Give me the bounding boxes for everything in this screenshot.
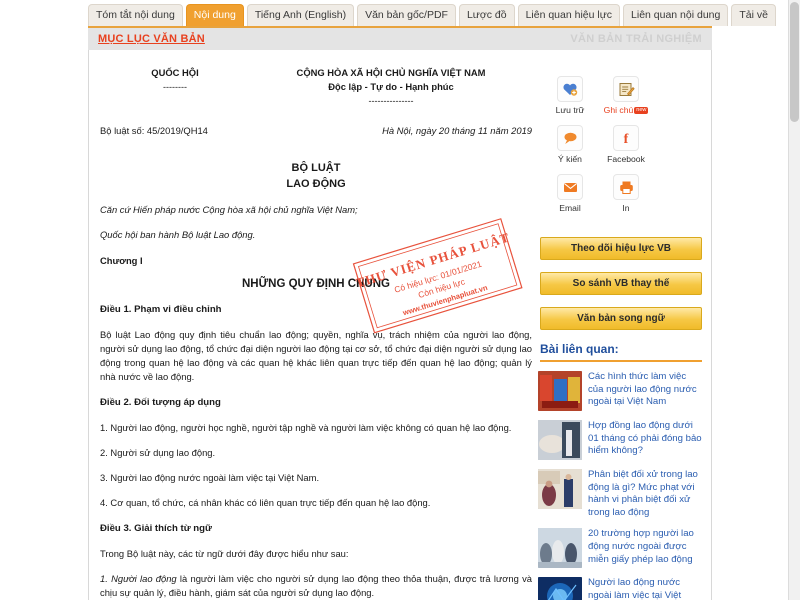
article-2-item-2: 2. Người sử dụng lao động. — [100, 447, 216, 458]
envelope-icon — [557, 174, 583, 200]
tool-facebook[interactable]: f Facebook — [598, 125, 654, 164]
issuer-divider: -------- — [163, 82, 187, 92]
related-article-item[interactable]: Người lao động nước ngoài làm việc tại V… — [538, 577, 704, 600]
tab-tai-ve[interactable]: Tải về — [731, 4, 776, 26]
tool-in-label: In — [622, 203, 630, 213]
tool-luu-tru-label: Lưu trữ — [555, 105, 585, 115]
related-thumbnail — [538, 371, 582, 411]
page-scrollbar[interactable] — [788, 0, 800, 600]
related-thumbnail — [538, 577, 582, 600]
tab-lien-quan-hieu-luc[interactable]: Liên quan hiệu lực — [517, 4, 621, 26]
motto-divider: --------------- — [368, 96, 414, 106]
scrollbar-thumb[interactable] — [790, 2, 799, 122]
tool-email-label: Email — [559, 203, 581, 213]
national-title: CỘNG HÒA XÃ HỘI CHỦ NGHĨA VIỆT NAM — [296, 67, 486, 78]
article-1-heading: Điều 1. Phạm vi điều chỉnh — [100, 304, 222, 315]
tool-facebook-label: Facebook — [607, 154, 645, 164]
tab-van-ban-goc-pdf[interactable]: Văn bản gốc/PDF — [357, 4, 456, 26]
trial-watermark-label: VĂN BẢN TRẢI NGHIỆM — [570, 33, 702, 45]
issuing-authority: QUỐC HỘI — [151, 67, 199, 78]
page-root: Tóm tắt nội dung Nội dung Tiếng Anh (Eng… — [0, 0, 800, 600]
preamble-line-1: Căn cứ Hiến pháp nước Cộng hòa xã hội ch… — [100, 204, 358, 215]
article-3-heading: Điều 3. Giải thích từ ngữ — [100, 523, 212, 534]
tool-email[interactable]: Email — [542, 174, 598, 213]
tool-y-kien-label: Ý kiến — [558, 154, 582, 164]
article-2-item-1: 1. Người lao động, người học nghề, người… — [100, 422, 512, 433]
document-meta-row: Bộ luật số: 45/2019/QH14 Hà Nội, ngày 20… — [100, 124, 532, 138]
compare-replacement-button[interactable]: So sánh VB thay thế — [540, 272, 702, 295]
related-article-item[interactable]: 20 trường hợp người lao động nước ngoài … — [538, 528, 704, 569]
national-motto: Độc lập - Tự do - Hạnh phúc — [328, 81, 454, 92]
document-letterhead: QUỐC HỘI -------- CỘNG HÒA XÃ HỘI CHỦ NG… — [100, 66, 532, 108]
tool-ghi-chu[interactable]: Ghi chú new — [598, 76, 654, 115]
tab-lien-quan-noi-dung[interactable]: Liên quan nội dung — [623, 4, 729, 26]
printer-icon — [613, 174, 639, 200]
related-thumbnail — [538, 528, 582, 569]
article-1-body: Bộ luật Lao động quy định tiêu chuẩn lao… — [100, 329, 532, 382]
facebook-icon: f — [613, 125, 639, 151]
related-article-item[interactable]: Các hình thức làm việc của người lao độn… — [538, 371, 704, 411]
toc-bar: MỤC LỤC VĂN BẢN VĂN BẢN TRẢI NGHIỆM — [88, 28, 712, 50]
document-body: QUỐC HỘI -------- CỘNG HÒA XÃ HỘI CHỦ NG… — [100, 56, 532, 600]
article-2-item-4: 4. Cơ quan, tổ chức, cá nhân khác có liê… — [100, 497, 431, 508]
tool-icon-grid: Lưu trữ Ghi chú new Ý kiến f Facebook Em… — [538, 76, 708, 223]
article-3-item-1: 1. Người lao động là người làm việc cho … — [100, 572, 532, 600]
document-number: Bộ luật số: 45/2019/QH14 — [100, 125, 208, 136]
heart-plus-icon — [557, 76, 583, 102]
tool-y-kien[interactable]: Ý kiến — [542, 125, 598, 164]
article-2-item-3: 3. Người lao động nước ngoài làm việc tạ… — [100, 472, 320, 483]
document-place-date: Hà Nội, ngày 20 tháng 11 năm 2019 — [382, 125, 532, 136]
svg-text:f: f — [624, 132, 629, 146]
note-pencil-icon — [613, 76, 639, 102]
tool-in[interactable]: In — [598, 174, 654, 213]
related-thumbnail — [538, 420, 582, 460]
related-thumbnail — [538, 469, 582, 509]
tab-tieng-anh[interactable]: Tiếng Anh (English) — [246, 4, 355, 26]
tool-luu-tru[interactable]: Lưu trữ — [542, 76, 598, 115]
sidebar-action-buttons: Theo dõi hiệu lực VB So sánh VB thay thế… — [538, 237, 708, 330]
new-badge: new — [634, 107, 649, 115]
tab-luoc-do[interactable]: Lược đồ — [458, 4, 515, 26]
document-title-line1: BỘ LUẬT — [291, 162, 341, 174]
document-tab-bar: Tóm tắt nội dung Nội dung Tiếng Anh (Eng… — [88, 0, 776, 28]
chapter-title: NHỮNG QUY ĐỊNH CHUNG — [242, 278, 390, 290]
chapter-label: Chương I — [100, 255, 143, 266]
table-of-contents-link[interactable]: MỤC LỤC VĂN BẢN — [98, 33, 205, 45]
document-title: BỘ LUẬT LAO ĐỘNG — [100, 160, 532, 192]
preamble-line-2: Quốc hội ban hành Bộ luật Lao động. — [100, 229, 256, 240]
tab-noi-dung[interactable]: Nội dung — [185, 4, 244, 26]
tool-ghi-chu-label: Ghi chú new — [598, 105, 654, 115]
right-sidebar: Lưu trữ Ghi chú new Ý kiến f Facebook Em… — [538, 56, 708, 600]
related-article-title: 20 trường hợp người lao động nước ngoài … — [588, 528, 694, 565]
bilingual-document-button[interactable]: Văn bản song ngữ — [540, 307, 702, 330]
article-2-heading: Điều 2. Đối tượng áp dụng — [100, 397, 221, 408]
related-article-title: Các hình thức làm việc của người lao độn… — [588, 371, 697, 408]
document-title-line2: LAO ĐỘNG — [286, 178, 346, 190]
related-article-item[interactable]: Hợp đồng lao động dưới 01 tháng có phải … — [538, 420, 704, 460]
related-article-item[interactable]: Phân biệt đối xử trong lao động là gì? M… — [538, 469, 704, 519]
article-3-intro: Trong Bộ luật này, các từ ngữ dưới đây đ… — [100, 548, 349, 559]
article-3-item-1-term: 1. Người lao động — [100, 573, 177, 584]
tool-ghi-chu-text: Ghi chú — [603, 105, 634, 115]
related-article-title: Người lao động nước ngoài làm việc tại V… — [588, 577, 682, 600]
related-articles-heading: Bài liên quan: — [540, 342, 702, 362]
tab-tom-tat-noi-dung[interactable]: Tóm tắt nội dung — [88, 4, 183, 26]
follow-validity-button[interactable]: Theo dõi hiệu lực VB — [540, 237, 702, 260]
related-article-title: Phân biệt đối xử trong lao động là gì? M… — [588, 469, 698, 518]
comment-bubble-icon — [557, 125, 583, 151]
related-article-title: Hợp đồng lao động dưới 01 tháng có phải … — [588, 420, 702, 457]
